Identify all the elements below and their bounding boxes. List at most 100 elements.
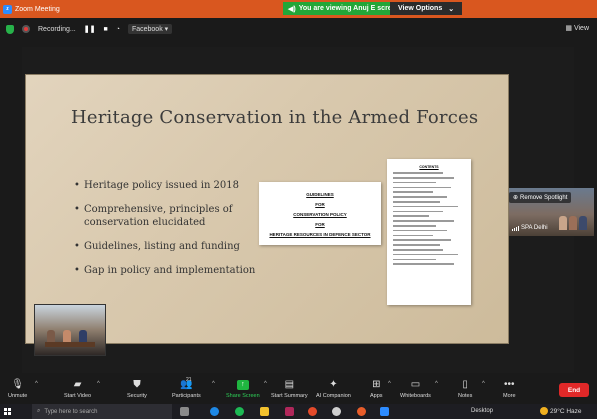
shield-icon: ⛊ — [133, 379, 141, 390]
signal-bars-icon — [512, 225, 519, 231]
search-placeholder: Type here to search — [44, 408, 98, 415]
spotify-icon[interactable] — [235, 407, 244, 416]
slide-bullet: Gap in policy and implementation — [74, 264, 259, 277]
participant-name: SPA Delhi — [509, 225, 548, 231]
desktop-label[interactable]: Desktop — [471, 408, 493, 414]
share-screen-button[interactable]: ↑ Share Screen — [226, 378, 260, 399]
ai-companion-button[interactable]: ✦ AI Companion — [316, 378, 351, 399]
title-bar: z Zoom Meeting ◀) You are viewing Anuj E… — [0, 0, 597, 18]
apps-options-chevron-icon[interactable]: ^ — [388, 381, 391, 387]
search-icon: ⌕ — [37, 408, 41, 414]
sun-haze-icon — [540, 407, 548, 415]
taskbar-search-box[interactable]: ⌕ Type here to search — [32, 404, 172, 419]
view-label: View — [573, 24, 589, 32]
window-title: Zoom Meeting — [15, 5, 60, 13]
recording-icon — [22, 25, 30, 33]
notes-label: Notes — [458, 393, 473, 399]
spotlight-icon: ⊕ — [513, 195, 519, 201]
muted-microphone-icon: 🎙 — [11, 379, 24, 390]
live-stream-icon: ◔ — [115, 25, 120, 33]
start-summary-button[interactable]: ▤ Start Summary — [271, 378, 308, 399]
audio-options-chevron-icon[interactable]: ^ — [35, 381, 38, 387]
unmute-label: Unmute — [8, 393, 28, 399]
remove-spotlight-label: Remove Spotlight — [520, 194, 568, 201]
video-options-chevron-icon[interactable]: ^ — [97, 381, 100, 387]
view-options-button[interactable]: View Options ⌄ — [390, 2, 463, 15]
unmute-button[interactable]: 🎙 Unmute — [8, 378, 27, 399]
zoom-logo-icon: z — [3, 4, 12, 14]
summary-icon: ▤ — [284, 379, 295, 390]
viewing-banner-text: You are viewing Anuj E screen — [298, 5, 400, 12]
start-video-label: Start Video — [64, 393, 92, 399]
slide-bullet: Comprehensive, principles of conservatio… — [74, 203, 259, 229]
pause-recording-button[interactable]: ❚❚ — [84, 25, 96, 33]
live-stream-label: Facebook — [131, 26, 163, 33]
whiteboard-options-chevron-icon[interactable]: ^ — [435, 381, 438, 387]
file-explorer-icon[interactable] — [260, 407, 269, 416]
zoom-window: z Zoom Meeting ◀) You are viewing Anuj E… — [0, 0, 597, 419]
encryption-shield-icon[interactable] — [6, 24, 14, 34]
security-button[interactable]: ⛊ Security — [127, 378, 147, 399]
grid-view-icon: ▦ — [565, 25, 572, 32]
view-button[interactable]: ▦ View — [565, 24, 589, 33]
ai-companion-label: AI Companion — [316, 393, 351, 399]
recording-label: Recording... — [38, 25, 76, 33]
whiteboard-icon: ▭ — [410, 379, 421, 390]
live-stream-dropdown[interactable]: Facebook ▾ — [127, 24, 173, 34]
more-button[interactable]: ••• More — [503, 378, 516, 399]
chrome-icon[interactable] — [308, 407, 317, 416]
doc-line: GUIDELINES — [306, 192, 334, 197]
participants-button[interactable]: 👥 21 Participants — [172, 377, 201, 399]
doc-line: FOR — [315, 222, 325, 227]
app-title: z Zoom Meeting — [0, 4, 60, 14]
self-view-tile[interactable] — [34, 304, 106, 356]
participant-count: 21 — [186, 377, 192, 383]
view-options-label: View Options — [398, 5, 443, 12]
doc-line: CONSERVATION POLICY — [293, 212, 347, 217]
apps-icon: ⊞ — [372, 379, 381, 390]
edge-browser-icon[interactable] — [210, 407, 219, 416]
weather-label: 29°C Haze — [550, 407, 582, 415]
start-video-button[interactable]: ▰ Start Video — [64, 378, 91, 399]
security-label: Security — [127, 393, 147, 399]
whiteboards-button[interactable]: ▭ Whiteboards — [400, 378, 431, 399]
screen-share-icon: ◀) — [288, 5, 296, 13]
meeting-toolbar: 🎙 Unmute ^ ▰ Start Video ^ ⛊ Security 👥 … — [0, 376, 597, 404]
share-screen-label: Share Screen — [226, 393, 260, 399]
contents-document-image: CONTENTS — [387, 159, 471, 305]
zoom-taskbar-icon[interactable] — [380, 407, 389, 416]
video-off-icon: ▰ — [73, 379, 82, 390]
media-app-icon[interactable] — [285, 407, 294, 416]
guidelines-document-image: GUIDELINES FOR CONSERVATION POLICY FOR H… — [259, 182, 381, 245]
more-dots-icon: ••• — [504, 379, 515, 390]
start-summary-label: Start Summary — [271, 393, 308, 399]
apps-button[interactable]: ⊞ Apps — [370, 378, 383, 399]
chevron-down-icon: ⌄ — [448, 5, 455, 13]
participants-options-chevron-icon[interactable]: ^ — [212, 381, 215, 387]
task-view-icon[interactable] — [180, 407, 189, 416]
participants-label: Participants — [172, 393, 201, 399]
slide-bullets: Heritage policy issued in 2018 Comprehen… — [74, 179, 259, 288]
doc-line: FOR — [315, 202, 325, 207]
viewing-banner: ◀) You are viewing Anuj E screen — [283, 2, 405, 15]
more-label: More — [503, 393, 516, 399]
notes-button[interactable]: ▯ Notes — [458, 378, 472, 399]
share-screen-icon: ↑ — [236, 379, 249, 390]
windows-taskbar: ⌕ Type here to search Desktop 29°C Haze — [0, 404, 597, 419]
meeting-status-bar: Recording... ❚❚ ■ ◔ Facebook ▾ ▦ View — [0, 18, 597, 40]
doc-line: HERITAGE RESOURCES IN DEFENCE SECTOR — [269, 232, 371, 237]
photos-icon[interactable] — [357, 407, 366, 416]
end-meeting-button[interactable]: End — [559, 383, 589, 397]
slide-title: Heritage Conservation in the Armed Force… — [71, 107, 479, 128]
settings-gear-icon[interactable] — [332, 407, 341, 416]
share-options-chevron-icon[interactable]: ^ — [264, 381, 267, 387]
slide-bullet: Guidelines, listing and funding — [74, 240, 259, 253]
notes-options-chevron-icon[interactable]: ^ — [482, 381, 485, 387]
weather-widget[interactable]: 29°C Haze — [540, 407, 582, 415]
windows-logo-icon — [3, 408, 11, 415]
stop-recording-button[interactable]: ■ — [103, 26, 107, 33]
windows-start-button[interactable] — [0, 404, 14, 419]
remove-spotlight-button[interactable]: ⊕ Remove Spotlight — [509, 192, 572, 203]
participant-name-label: SPA Delhi — [521, 225, 548, 231]
sparkle-icon: ✦ — [329, 379, 338, 390]
